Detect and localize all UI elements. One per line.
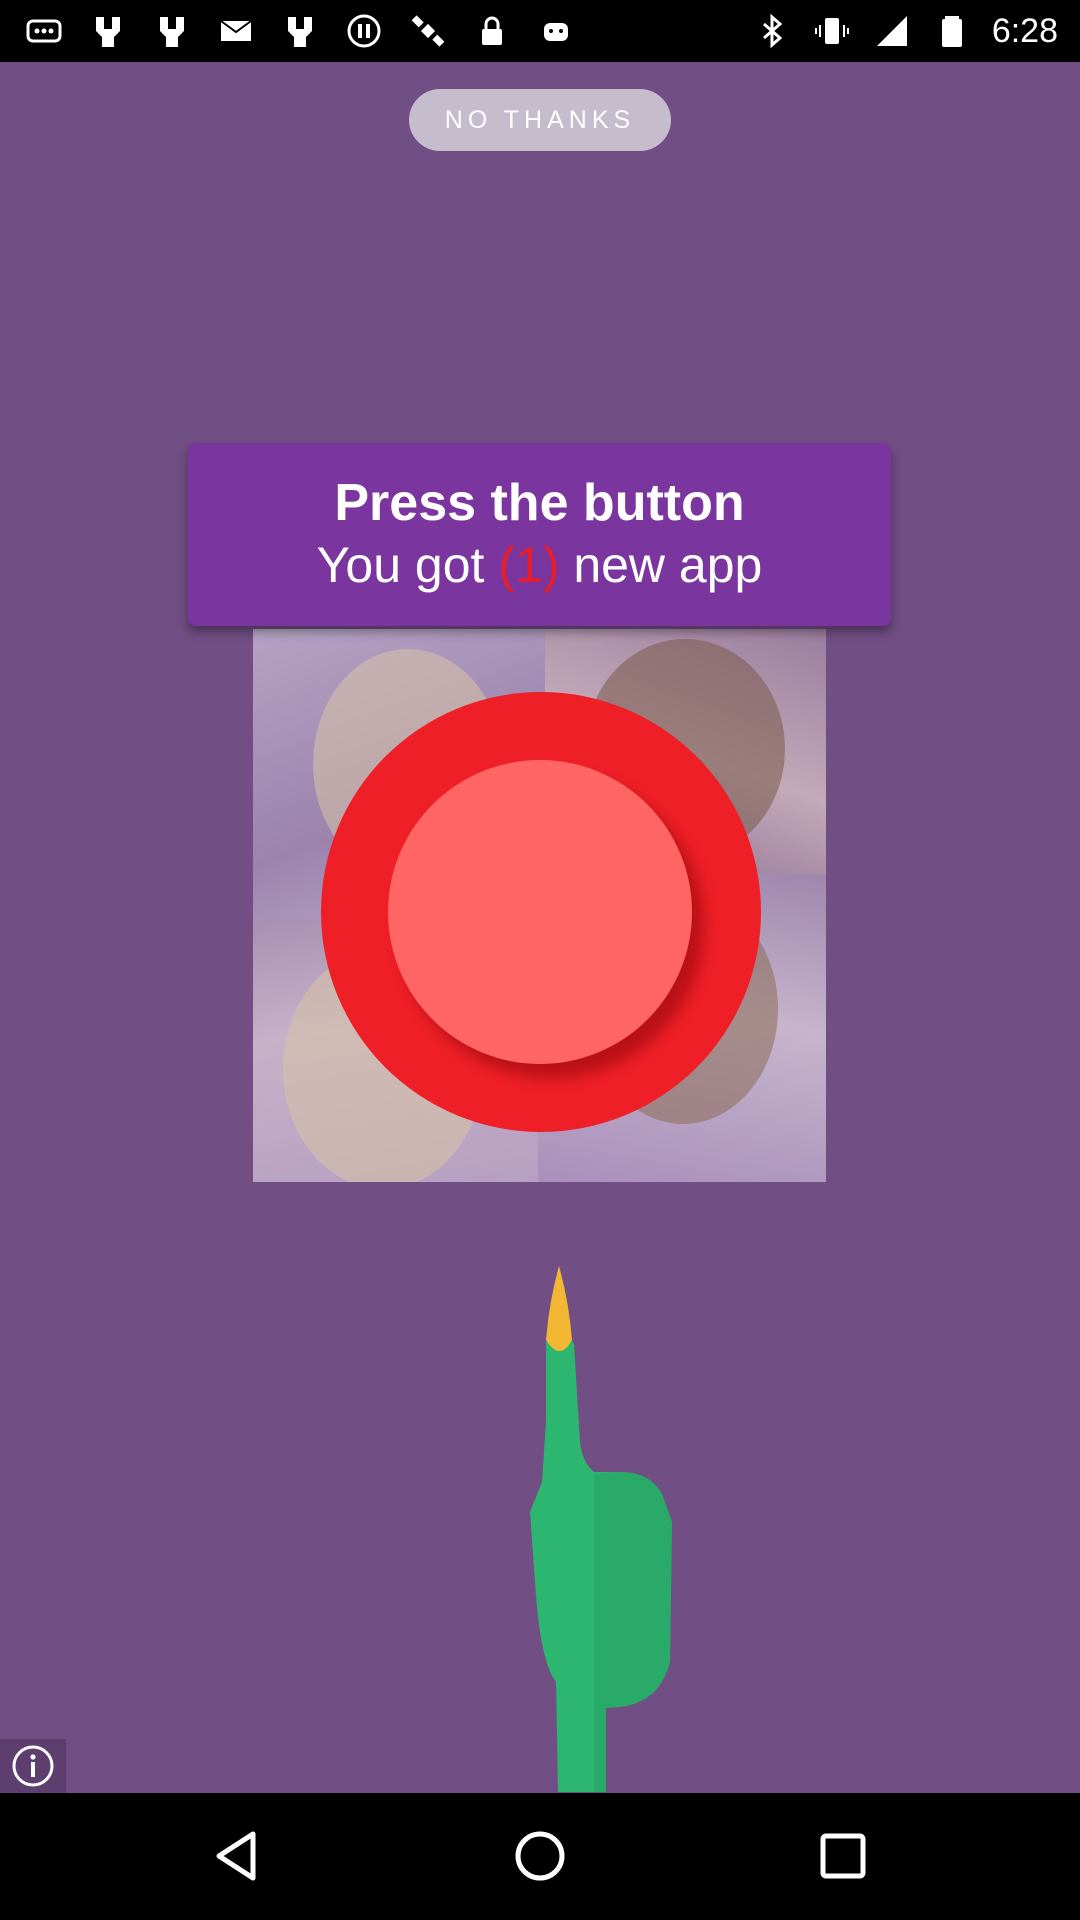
mail-icon — [216, 11, 256, 51]
battery-icon — [932, 11, 972, 51]
info-button[interactable] — [0, 1739, 66, 1793]
pause-icon — [344, 11, 384, 51]
vibrate-icon — [812, 11, 852, 51]
banner-subtitle: You got (1) new app — [188, 536, 891, 594]
clock: 6:28 — [991, 12, 1058, 50]
pointing-hand-icon — [530, 1266, 672, 1792]
recents-button[interactable] — [808, 1821, 878, 1891]
bluetooth-icon — [752, 11, 792, 51]
banner-subtitle-prefix: You got — [316, 537, 499, 593]
banner-title: Press the button — [334, 474, 745, 532]
promo-banner: Press the button You got (1) new app — [188, 443, 891, 626]
lock-icon — [472, 11, 512, 51]
fork-icon — [152, 11, 192, 51]
back-icon — [216, 1831, 256, 1881]
new-app-count: (1) — [498, 537, 560, 593]
android-icon — [536, 11, 576, 51]
recents-icon — [820, 1833, 866, 1879]
satellite-icon — [408, 11, 448, 51]
back-button[interactable] — [202, 1821, 272, 1891]
press-button[interactable] — [388, 760, 692, 1064]
signal-icon — [872, 11, 912, 51]
fork-icon — [280, 11, 320, 51]
navigation-bar — [0, 1793, 1080, 1920]
more-icon — [24, 11, 64, 51]
no-thanks-button[interactable]: NO THANKS — [409, 89, 671, 151]
banner-subtitle-suffix: new app — [559, 537, 763, 593]
status-bar: 6:28 — [0, 0, 1080, 62]
info-icon — [12, 1745, 54, 1787]
home-icon — [515, 1831, 565, 1881]
home-button[interactable] — [505, 1821, 575, 1891]
fork-icon — [88, 11, 128, 51]
